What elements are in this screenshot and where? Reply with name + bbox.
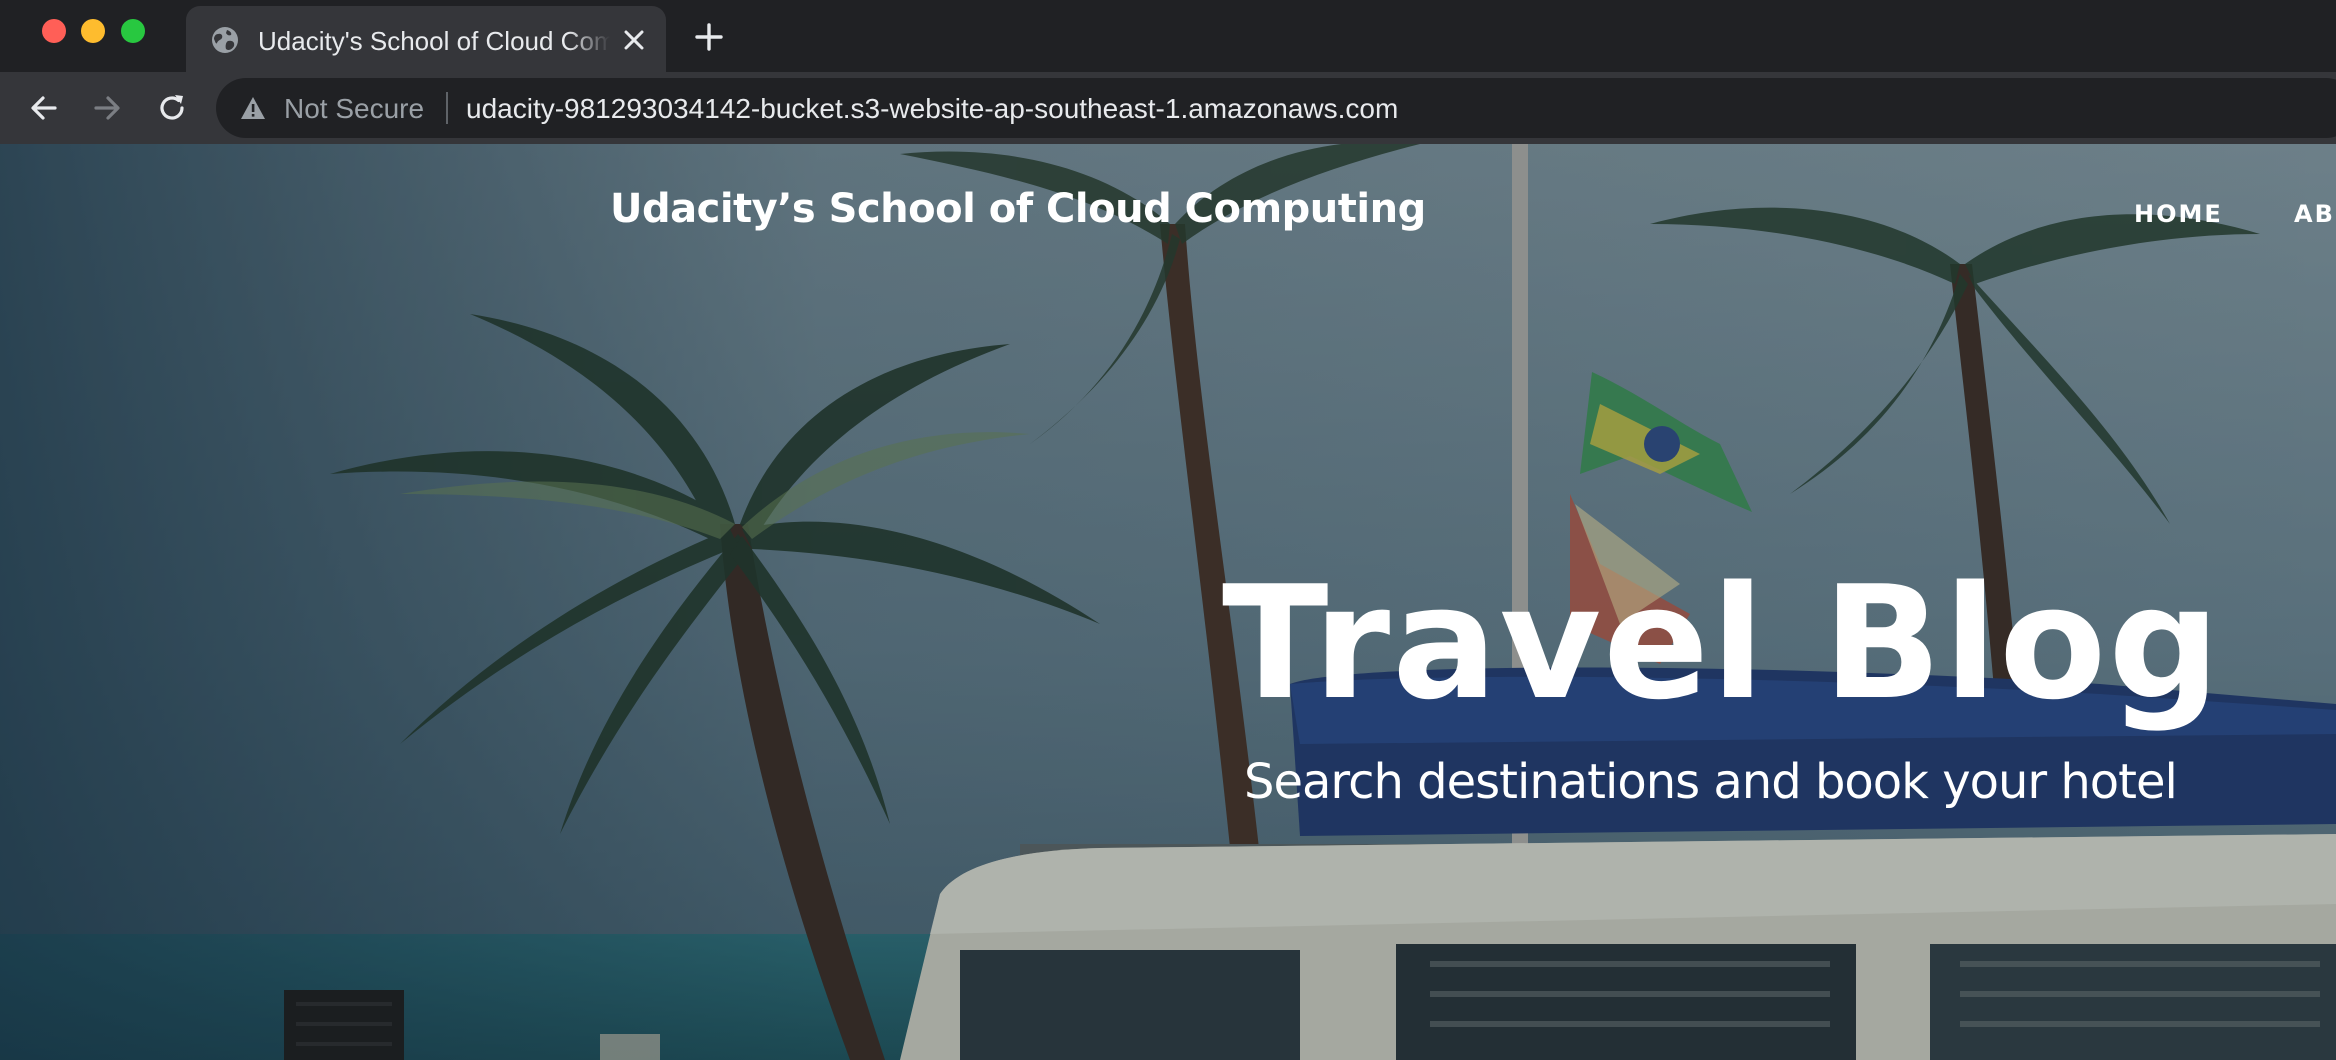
browser-tab-strip: Udacity's School of Cloud Computing: [0, 0, 2336, 72]
omnibox-divider: [446, 92, 448, 124]
reload-icon[interactable]: [156, 92, 188, 124]
url-text[interactable]: udacity-981293034142-bucket.s3-website-a…: [466, 93, 1398, 125]
address-bar[interactable]: Not Secure udacity-981293034142-bucket.s…: [216, 78, 2336, 138]
security-status-label[interactable]: Not Secure: [284, 93, 424, 125]
nav-home-link[interactable]: HOME: [2134, 200, 2223, 228]
arrow-right-icon[interactable]: [91, 92, 123, 124]
site-brand-link[interactable]: Udacity’s School of Cloud Computing: [610, 186, 1426, 232]
browser-toolbar: Not Secure udacity-981293034142-bucket.s…: [0, 72, 2336, 144]
plus-icon[interactable]: [694, 22, 724, 52]
hero-title: Travel Blog: [1222, 552, 2222, 734]
tab-title: Udacity's School of Cloud Computing: [258, 26, 610, 56]
globe-icon: [210, 25, 240, 55]
nav-about-link[interactable]: ABOUT: [2294, 200, 2336, 228]
window-minimize-button[interactable]: [81, 19, 105, 43]
window-close-button[interactable]: [42, 19, 66, 43]
browser-tab-active[interactable]: Udacity's School of Cloud Computing: [186, 6, 666, 72]
hero-subtitle: Search destinations and book your hotel: [1244, 754, 2178, 810]
window-zoom-button[interactable]: [121, 19, 145, 43]
close-icon[interactable]: [622, 28, 646, 52]
arrow-left-icon[interactable]: [28, 92, 60, 124]
page-viewport: Udacity’s School of Cloud Computing HOME…: [0, 144, 2336, 1060]
warning-triangle-icon[interactable]: [240, 96, 266, 120]
